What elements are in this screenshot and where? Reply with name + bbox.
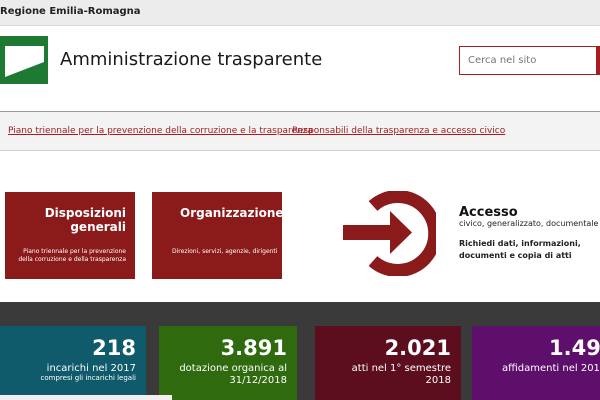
link-responsabili-trasparenza[interactable]: Responsabili della trasparenza e accesso… [292,126,505,136]
tile-disposizioni-generali[interactable]: Disposizioni generali Piano triennale pe… [5,192,135,279]
stat-atti[interactable]: 2.021 atti nel 1° semestre 2018 [315,326,461,400]
stat-incarichi[interactable]: 218 incarichi nel 2017 compresi gli inca… [0,326,146,400]
accesso-description: Richiedi dati, informazioni, documenti e… [459,239,581,260]
links-bar: Piano triennale per la prevenzione della… [0,111,600,151]
accesso-title[interactable]: Accesso [459,205,518,220]
tile-organizzazione[interactable]: Organizzazione Direzioni, servizi, agenz… [152,192,284,279]
search-box [459,46,600,75]
stat-number: 2.021 [384,336,451,360]
stat-label: affidamenti nel 201 [502,363,600,374]
tile-title: Organizzazione [180,206,284,220]
region-link[interactable]: Regione Emilia-Romagna [0,6,141,17]
stat-label: atti nel 1° semestre 2018 [351,363,451,386]
search-button[interactable] [596,46,600,75]
tile-description: Direzioni, servizi, agenzie, dirigenti [172,248,278,255]
link-piano-triennale[interactable]: Piano triennale per la prevenzione della… [8,126,313,136]
stat-affidamenti[interactable]: 1.498 affidamenti nel 201 [472,326,600,400]
status-strip [0,395,172,400]
stat-number: 218 [92,336,136,360]
stat-dotazione-organica[interactable]: 3.891 dotazione organica al 31/12/2018 [159,326,297,400]
emilia-romagna-logo-icon[interactable] [0,36,48,84]
page: Regione Emilia-Romagna Amministrazione t… [0,0,600,400]
search-input[interactable] [460,47,594,74]
stat-label: dotazione organica al 31/12/2018 [179,363,287,386]
top-bar: Regione Emilia-Romagna [0,0,600,26]
stat-note: compresi gli incarichi legali [40,374,136,382]
stat-number: 1.498 [549,336,600,360]
tile-description: Piano triennale per la prevenzione della… [18,248,126,263]
accesso-subtitle: civico, generalizzato, documentale [459,219,599,228]
stat-number: 3.891 [220,336,287,360]
arrow-in-circle-icon[interactable] [343,191,436,276]
tile-title: Disposizioni generali [44,206,126,234]
site-title[interactable]: Amministrazione trasparente [60,49,322,70]
